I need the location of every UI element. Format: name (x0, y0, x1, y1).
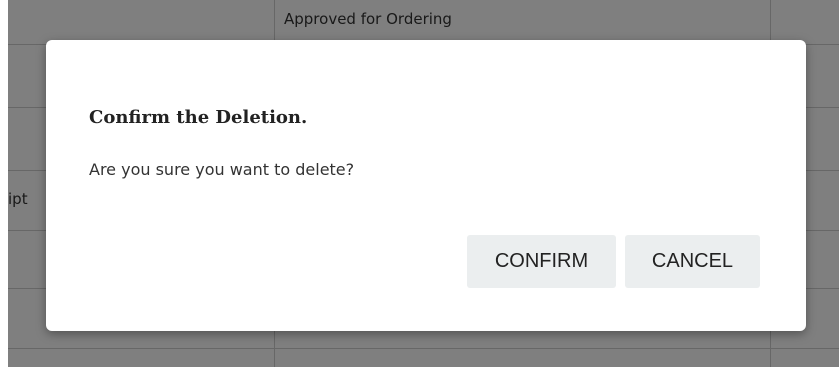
confirm-delete-dialog: Confirm the Deletion. Are you sure you w… (46, 40, 806, 331)
cancel-button[interactable]: CANCEL (625, 235, 760, 288)
confirm-button[interactable]: CONFIRM (467, 235, 616, 288)
dialog-title: Confirm the Deletion. (89, 107, 308, 128)
dialog-message: Are you sure you want to delete? (89, 160, 355, 179)
